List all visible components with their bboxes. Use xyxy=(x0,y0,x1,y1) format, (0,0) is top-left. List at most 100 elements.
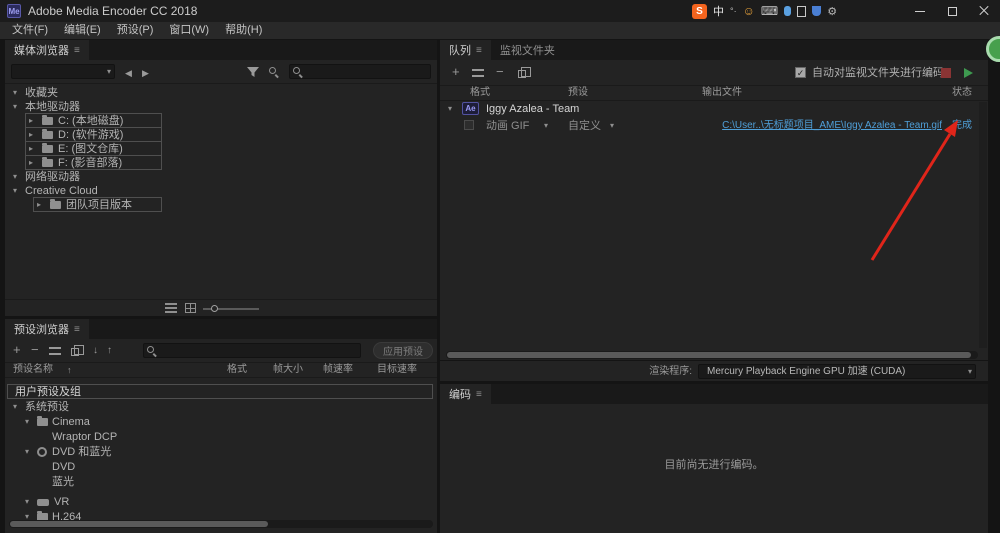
title-bar[interactable]: Me Adobe Media Encoder CC 2018 S 中 °· ☺ … xyxy=(0,0,1000,22)
preset-search-input[interactable] xyxy=(160,344,356,357)
drive-icon xyxy=(42,129,53,139)
chevron-down-icon[interactable]: ▾ xyxy=(544,119,548,133)
menu-file[interactable]: 文件(F) xyxy=(4,22,56,39)
remove-icon[interactable]: − xyxy=(496,65,504,79)
export-preset-icon[interactable]: ↑ xyxy=(107,344,112,358)
output-checkbox[interactable] xyxy=(464,120,474,130)
folder-icon xyxy=(37,416,48,426)
maximize-button[interactable] xyxy=(936,0,968,22)
output-preset[interactable]: 自定义 xyxy=(568,119,601,133)
tree-item-label: D: (软件游戏) xyxy=(58,129,124,141)
minimize-button[interactable] xyxy=(904,0,936,22)
add-source-icon[interactable]: + xyxy=(452,65,460,79)
menu-window[interactable]: 窗口(W) xyxy=(161,22,217,39)
wrench-icon[interactable]: ⚙ xyxy=(827,5,837,18)
column-format[interactable]: 格式 xyxy=(227,363,247,377)
column-status[interactable]: 状态 xyxy=(952,86,972,100)
panel-menu-icon[interactable]: ≡ xyxy=(476,45,482,56)
input-lang-icon[interactable]: 中 xyxy=(713,3,724,19)
clipboard-icon[interactable] xyxy=(797,5,807,17)
menu-preset[interactable]: 预设(P) xyxy=(109,22,162,39)
import-preset-icon[interactable]: ↓ xyxy=(93,344,98,358)
chevron-down-icon: ▾ xyxy=(967,367,972,376)
keyboard-icon[interactable]: ⌨ xyxy=(761,4,778,18)
chevron-right-icon[interactable]: ▸ xyxy=(37,198,41,212)
slider-knob[interactable] xyxy=(211,305,218,312)
chevron-down-icon[interactable]: ▾ xyxy=(13,184,17,198)
sort-up-icon: ↑ xyxy=(67,365,72,375)
list-view-icon[interactable] xyxy=(165,303,177,313)
add-output-icon[interactable] xyxy=(472,69,484,77)
chevron-down-icon[interactable]: ▾ xyxy=(13,170,17,184)
renderer-dropdown[interactable]: Mercury Playback Engine GPU 加速 (CUDA) ▾ xyxy=(698,364,976,379)
chevron-down-icon[interactable]: ▾ xyxy=(448,102,452,116)
queue-horizontal-scrollbar[interactable] xyxy=(446,351,978,359)
shield-icon[interactable] xyxy=(812,6,822,16)
input-mode-icon[interactable]: °· xyxy=(730,6,737,16)
column-preset[interactable]: 预设 xyxy=(568,86,588,100)
tab-queue[interactable]: 队列 ≡ xyxy=(440,40,491,60)
output-format[interactable]: 动画 GIF xyxy=(486,119,529,133)
tab-preset-browser[interactable]: 预设浏览器 ≡ xyxy=(5,319,89,339)
preset-settings-icon[interactable] xyxy=(49,347,61,355)
column-frame-size[interactable]: 帧大小 xyxy=(273,363,303,377)
start-queue-button[interactable] xyxy=(964,68,973,78)
duplicate-icon[interactable] xyxy=(518,67,531,78)
column-format[interactable]: 格式 xyxy=(470,86,490,100)
stop-queue-button[interactable] xyxy=(941,68,951,78)
add-preset-icon[interactable]: + xyxy=(13,343,21,357)
tab-media-browser[interactable]: 媒体浏览器 ≡ xyxy=(5,40,89,60)
chevron-down-icon[interactable]: ▾ xyxy=(25,445,29,459)
column-frame-rate[interactable]: 帧速率 xyxy=(323,363,353,377)
chevron-right-icon[interactable]: ▸ xyxy=(29,156,33,170)
tree-item-label: Wraptor DCP xyxy=(52,431,118,443)
filter-icon[interactable] xyxy=(247,67,259,78)
tab-watch-folders[interactable]: 监视文件夹 xyxy=(490,40,564,60)
chevron-down-icon[interactable]: ▾ xyxy=(25,495,29,509)
preset-horizontal-scrollbar[interactable] xyxy=(9,520,433,528)
chevron-right-icon[interactable]: ▸ xyxy=(29,128,33,142)
menu-edit[interactable]: 编辑(E) xyxy=(56,22,109,39)
watch-folders-tab-label: 监视文件夹 xyxy=(499,45,555,57)
new-group-icon[interactable] xyxy=(71,345,84,356)
encoding-tabbar: 编码 ≡ xyxy=(440,384,988,404)
chevron-down-icon[interactable]: ▾ xyxy=(610,119,614,133)
scrollbar-thumb[interactable] xyxy=(447,352,971,358)
loupe-icon[interactable] xyxy=(269,67,279,77)
scrollbar-thumb[interactable] xyxy=(10,521,268,527)
tree-item-label: E: (图文仓库) xyxy=(58,143,123,155)
input-method-tray: S 中 °· ☺ ⌨ ⚙ xyxy=(692,3,837,19)
column-preset-name[interactable]: 预设名称 xyxy=(13,363,53,377)
chevron-right-icon[interactable]: ▸ xyxy=(29,114,33,128)
panel-menu-icon[interactable]: ≡ xyxy=(74,324,80,335)
drive-icon xyxy=(42,157,53,167)
output-file-link[interactable]: C:\User..\无标题项目_AME\Iggy Azalea - Team.g… xyxy=(722,119,942,133)
auto-encode-checkbox[interactable]: ✓ xyxy=(795,67,806,78)
remove-preset-icon[interactable]: − xyxy=(31,343,39,357)
queue-vertical-scrollbar[interactable] xyxy=(979,102,987,348)
media-search-input[interactable] xyxy=(306,65,426,78)
thumbnail-view-icon[interactable] xyxy=(185,303,196,313)
column-output-file[interactable]: 输出文件 xyxy=(702,86,742,100)
apply-preset-button[interactable]: 应用预设 xyxy=(373,342,433,359)
chevron-down-icon[interactable]: ▾ xyxy=(13,400,17,414)
chevron-down-icon[interactable]: ▾ xyxy=(13,86,17,100)
media-browser-statusbar xyxy=(5,299,437,316)
sogou-input-icon[interactable]: S xyxy=(692,3,707,19)
panel-menu-icon[interactable]: ≡ xyxy=(476,389,482,400)
panel-menu-icon[interactable]: ≡ xyxy=(74,45,80,56)
menu-help[interactable]: 帮助(H) xyxy=(217,22,270,39)
chevron-down-icon[interactable]: ▾ xyxy=(13,100,17,114)
close-button[interactable] xyxy=(968,0,1000,22)
forward-icon[interactable]: ▶ xyxy=(142,66,149,80)
back-icon[interactable]: ◀ xyxy=(125,66,132,80)
tab-encoding[interactable]: 编码 ≡ xyxy=(440,384,491,404)
mic-icon[interactable] xyxy=(784,6,792,16)
accelerator-ball-icon[interactable] xyxy=(986,36,1000,62)
emoji-icon[interactable]: ☺ xyxy=(743,4,755,18)
chevron-right-icon[interactable]: ▸ xyxy=(29,142,33,156)
minimize-icon xyxy=(915,10,925,12)
chevron-down-icon[interactable]: ▾ xyxy=(25,415,29,429)
column-target-rate[interactable]: 目标速率 xyxy=(377,363,417,377)
media-source-dropdown[interactable]: ▾ xyxy=(11,64,115,79)
